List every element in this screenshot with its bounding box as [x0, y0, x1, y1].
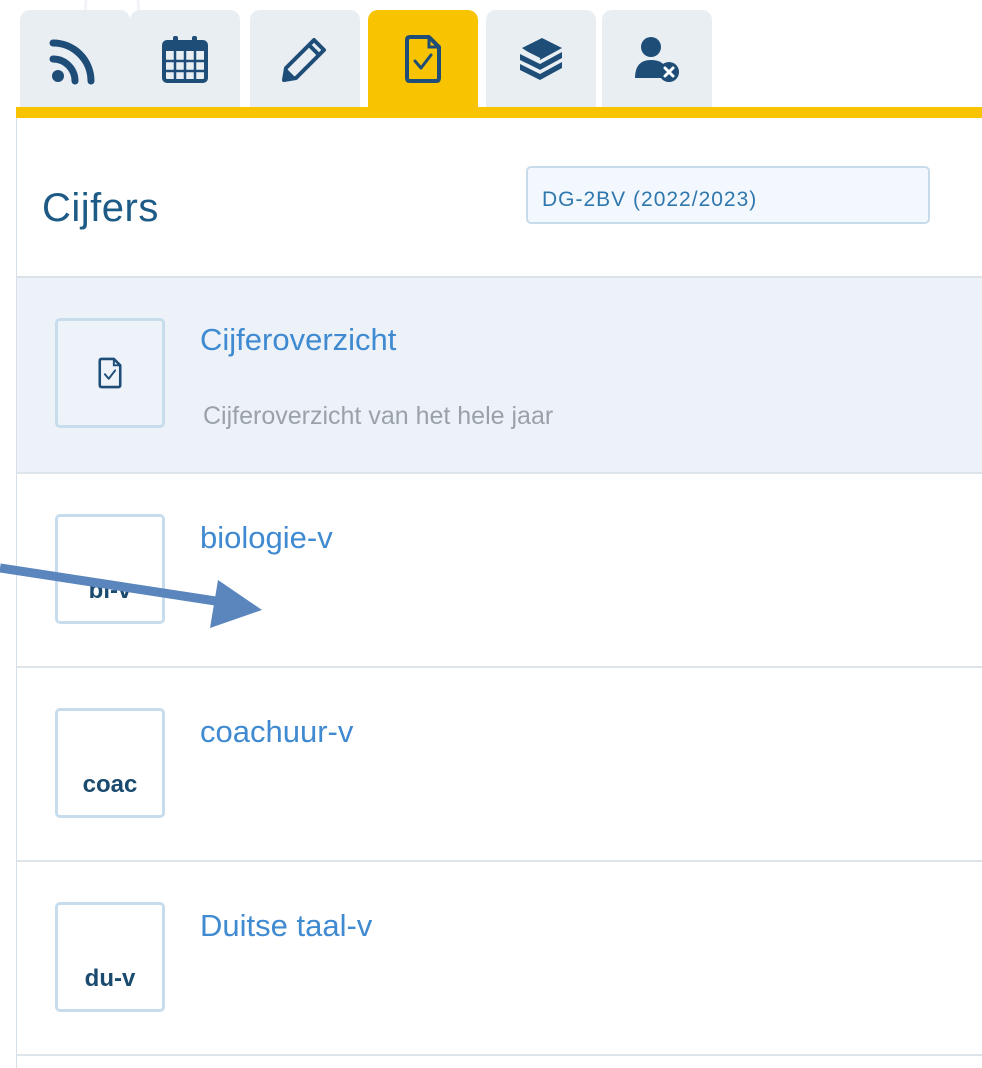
books-icon [520, 37, 562, 80]
list-item-subtitle: Cijferoverzicht van het hele jaar [203, 402, 554, 430]
school-year-select[interactable]: DG-2BV (2022/2023) [526, 166, 930, 224]
file-check-icon [405, 34, 441, 83]
tab-agenda[interactable] [130, 10, 240, 107]
subject-name[interactable]: coachuur-v [200, 714, 353, 750]
subject-abbr-tile: du-v [55, 902, 165, 1012]
calendar-icon [162, 35, 208, 83]
user-remove-icon [635, 36, 679, 82]
subject-abbr: bi-v [88, 577, 132, 604]
list-item-overview[interactable]: Cijferoverzicht Cijferoverzicht van het … [17, 278, 982, 474]
tab-books[interactable] [486, 10, 596, 107]
tab-grades[interactable] [368, 10, 478, 107]
subject-name[interactable]: Duitse taal-v [200, 908, 372, 944]
subject-abbr: coac [82, 771, 138, 798]
subject-name[interactable]: biologie-v [200, 520, 333, 556]
tab-feed[interactable] [20, 10, 130, 107]
page-title: Cijfers [42, 186, 159, 230]
subject-abbr-tile: coac [55, 708, 165, 818]
list-item-subject[interactable]: du-v Duitse taal-v [17, 862, 982, 1056]
tab-edit[interactable] [250, 10, 360, 107]
pencil-icon [282, 37, 326, 82]
subject-abbr: du-v [84, 965, 136, 992]
tab-bar [0, 0, 982, 120]
list-item-subject[interactable]: bi-v biologie-v [17, 474, 982, 668]
rss-icon [49, 39, 95, 84]
tab-absences[interactable] [602, 10, 712, 107]
subject-abbr-tile: bi-v [55, 514, 165, 624]
file-check-icon [98, 357, 122, 389]
active-tab-underline [16, 107, 982, 118]
list-item-subject[interactable]: coac coachuur-v [17, 668, 982, 862]
list-item-title[interactable]: Cijferoverzicht [200, 322, 396, 358]
overview-tile [55, 318, 165, 428]
